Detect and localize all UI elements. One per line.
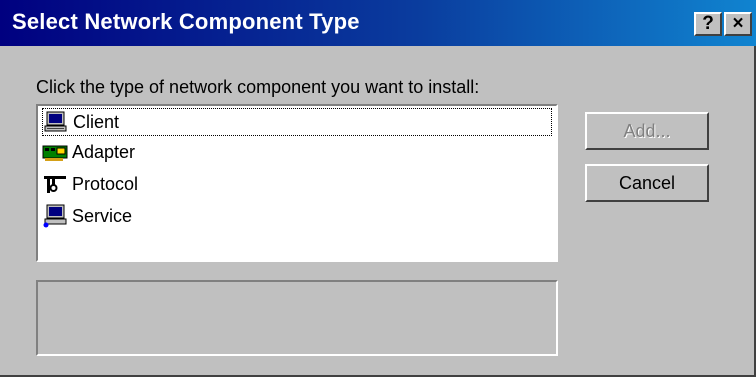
list-item-label: Service bbox=[72, 205, 133, 226]
component-type-list[interactable]: Client Adapter Protocol Service bbox=[36, 104, 558, 262]
client-computer-icon bbox=[43, 110, 69, 134]
add-button[interactable]: Add... bbox=[585, 112, 709, 150]
list-item-label: Client bbox=[73, 111, 120, 132]
help-button[interactable]: ? bbox=[694, 12, 722, 36]
list-item-label: Adapter bbox=[72, 141, 136, 162]
close-button[interactable]: × bbox=[724, 12, 752, 36]
network-adapter-icon bbox=[42, 140, 68, 164]
title-bar[interactable]: Select Network Component Type ? × bbox=[0, 0, 756, 46]
list-item-label: Protocol bbox=[72, 173, 139, 194]
protocol-icon bbox=[42, 172, 68, 196]
description-box bbox=[36, 280, 558, 356]
list-item-service[interactable]: Service bbox=[42, 202, 132, 230]
list-item-protocol[interactable]: Protocol bbox=[42, 170, 138, 198]
select-network-component-dialog: Select Network Component Type ? × Click … bbox=[0, 0, 756, 377]
list-item-adapter[interactable]: Adapter bbox=[42, 138, 135, 166]
list-item-client[interactable]: Client bbox=[42, 108, 552, 136]
dialog-title: Select Network Component Type bbox=[12, 9, 360, 34]
cancel-button[interactable]: Cancel bbox=[585, 164, 709, 202]
service-computer-icon bbox=[42, 204, 68, 228]
instruction-label: Click the type of network component you … bbox=[36, 77, 480, 97]
